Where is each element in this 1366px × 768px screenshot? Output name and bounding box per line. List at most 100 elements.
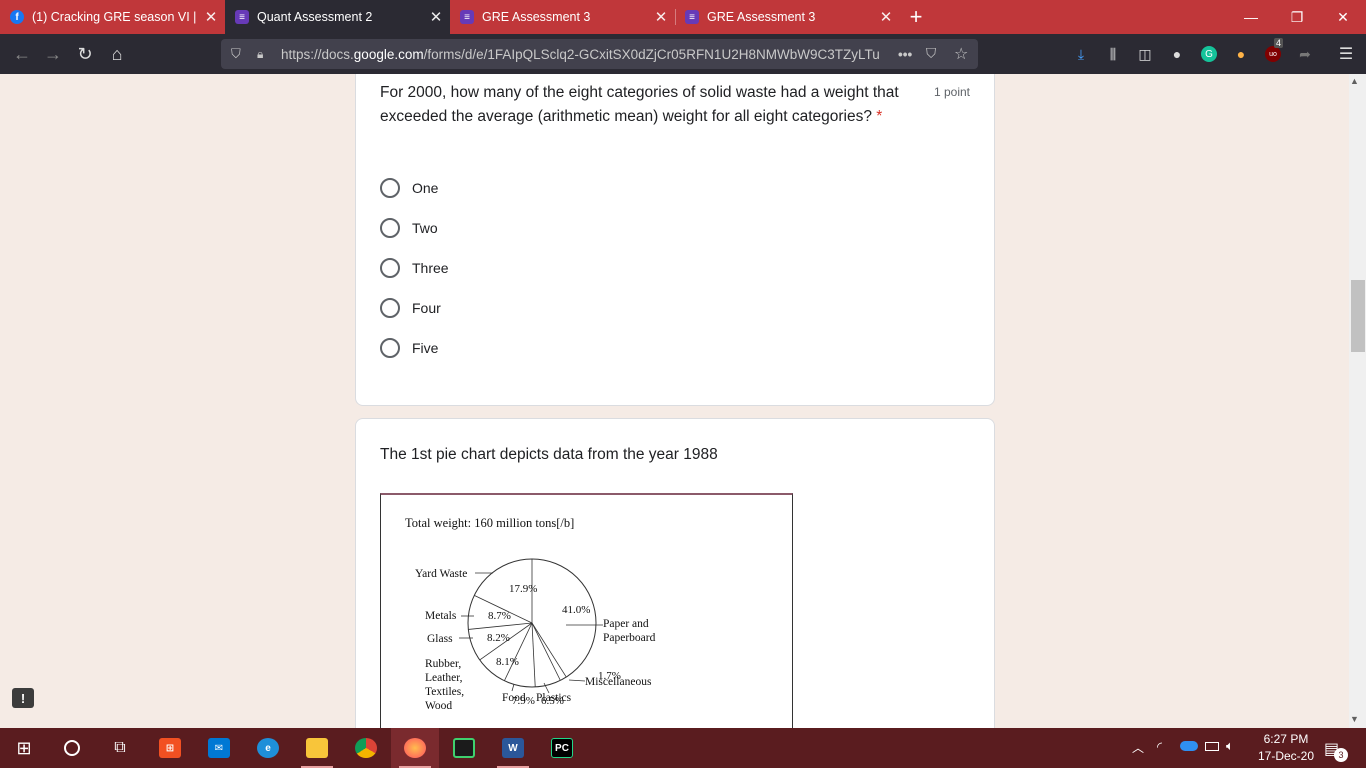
google-forms-icon: ≡ bbox=[460, 10, 474, 24]
feedback-icon[interactable]: ! bbox=[12, 688, 34, 708]
clock[interactable]: 6:27 PM 17-Dec-20 bbox=[1258, 731, 1314, 765]
extension-icon[interactable]: ● bbox=[1231, 44, 1251, 64]
google-forms-icon: ≡ bbox=[685, 10, 699, 24]
tray-up-arrow-icon[interactable]: ︿ bbox=[1132, 739, 1144, 756]
pie-leader-line bbox=[511, 683, 515, 692]
option-label: Four bbox=[412, 300, 441, 316]
pie-slice-name-label: Metals bbox=[425, 610, 457, 622]
chart-title: Total weight: 160 million tons[/b] bbox=[405, 516, 574, 530]
scrollbar-thumb[interactable] bbox=[1351, 280, 1365, 352]
radio-button[interactable] bbox=[380, 218, 400, 238]
home-button[interactable]: ⌂ bbox=[103, 40, 131, 68]
close-tab-icon[interactable]: ✕ bbox=[647, 8, 675, 26]
question-card: For 2000, how many of the eight categori… bbox=[355, 74, 995, 406]
pie-slice-percent-label: 8.2% bbox=[487, 632, 510, 644]
wifi-icon[interactable]: ◜ bbox=[1157, 739, 1162, 755]
clock-date: 17-Dec-20 bbox=[1257, 749, 1314, 763]
points-label: 1 point bbox=[933, 85, 970, 99]
bookmark-star-icon[interactable]: ☆ bbox=[954, 44, 968, 64]
edge-app[interactable]: e bbox=[244, 728, 292, 768]
page-actions-icon[interactable]: ••• bbox=[898, 47, 912, 62]
pie-slice-name-label: Paper and bbox=[603, 618, 649, 630]
tab-title: (1) Cracking GRE season VI | Fa bbox=[32, 10, 197, 24]
pie-slice-name-label: Paperboard bbox=[603, 632, 656, 644]
url-bar[interactable]: ⛉ 🔒︎ https://docs.google.com/forms/d/e/1… bbox=[221, 39, 978, 69]
close-tab-icon[interactable]: ✕ bbox=[197, 8, 225, 26]
cortana-icon bbox=[64, 740, 80, 756]
volume-icon[interactable]: 🔈︎ bbox=[1226, 738, 1234, 754]
battery-icon[interactable] bbox=[1205, 742, 1219, 751]
tab-facebook[interactable]: f (1) Cracking GRE season VI | Fa ✕ bbox=[0, 0, 225, 34]
pie-slice-name-label: Rubber, bbox=[425, 658, 461, 670]
scroll-up-arrow[interactable]: ▲ bbox=[1350, 76, 1359, 86]
reload-button[interactable]: ↻ bbox=[71, 40, 99, 68]
option-three[interactable]: Three bbox=[380, 258, 449, 278]
tab-gre-assessment-3[interactable]: ≡ GRE Assessment 3 ✕ bbox=[450, 0, 675, 34]
folder-icon bbox=[306, 738, 328, 758]
pie-slice-name-label: Plastics bbox=[536, 692, 572, 704]
word-app[interactable]: W bbox=[489, 728, 537, 768]
pie-slice-percent-label: 41.0% bbox=[562, 604, 590, 616]
question-label: For 2000, how many of the eight categori… bbox=[380, 84, 899, 125]
radio-button[interactable] bbox=[380, 258, 400, 278]
pie-slice-percent-label: 17.9% bbox=[509, 583, 537, 595]
grammarly-icon[interactable]: G bbox=[1199, 44, 1219, 64]
required-mark: * bbox=[876, 108, 883, 125]
search-button[interactable] bbox=[48, 728, 96, 768]
sidebar-icon[interactable]: ◫ bbox=[1135, 44, 1155, 64]
pycharm-app[interactable]: PC bbox=[538, 728, 586, 768]
close-window-button[interactable]: ✕ bbox=[1320, 0, 1366, 34]
url-text[interactable]: https://docs.google.com/forms/d/e/1FAIpQ… bbox=[281, 47, 886, 62]
radio-button[interactable] bbox=[380, 338, 400, 358]
shield-icon[interactable]: ⛉ bbox=[231, 46, 241, 62]
url-prefix: https://docs. bbox=[281, 46, 354, 62]
option-label: One bbox=[412, 180, 439, 196]
task-view-button[interactable]: ⧉ bbox=[96, 728, 144, 768]
tab-quant-assessment-2[interactable]: ≡ Quant Assessment 2 ✕ bbox=[225, 0, 450, 34]
pie-slice-name-label: Glass bbox=[427, 633, 453, 645]
back-button[interactable]: ← bbox=[8, 40, 36, 68]
extension-badge: 4 bbox=[1274, 38, 1284, 48]
chart-image: Total weight: 160 million tons[/b] 41.0%… bbox=[380, 493, 793, 728]
option-one[interactable]: One bbox=[380, 178, 438, 198]
account-icon[interactable]: ● bbox=[1167, 44, 1187, 64]
option-five[interactable]: Five bbox=[380, 338, 438, 358]
radio-button[interactable] bbox=[380, 178, 400, 198]
forward-button[interactable]: → bbox=[39, 40, 67, 68]
minimize-button[interactable]: — bbox=[1228, 0, 1274, 34]
pie-slice-percent-label: 8.1% bbox=[496, 656, 519, 668]
description-text: The 1st pie chart depicts data from the … bbox=[380, 446, 718, 463]
ublock-icon[interactable]: uo 4 bbox=[1263, 38, 1284, 64]
description-card: The 1st pie chart depicts data from the … bbox=[355, 418, 995, 728]
scrollbar[interactable] bbox=[1349, 74, 1366, 728]
option-two[interactable]: Two bbox=[380, 218, 438, 238]
menu-icon[interactable]: ☰ bbox=[1336, 44, 1356, 64]
terminal-app[interactable] bbox=[440, 728, 488, 768]
lock-icon[interactable]: 🔒︎ bbox=[257, 47, 263, 62]
scroll-down-arrow[interactable]: ▼ bbox=[1350, 714, 1359, 724]
windows-taskbar: ⊞ ⧉ ⊞ ✉ e W PC ︿ ◜ 🔈︎ 6:27 PM 17-Dec-20 … bbox=[0, 728, 1366, 768]
new-tab-button[interactable]: + bbox=[893, 0, 939, 34]
store-app[interactable]: ⊞ bbox=[146, 728, 194, 768]
download-icon[interactable]: ⤓ bbox=[1071, 44, 1091, 64]
radio-button[interactable] bbox=[380, 298, 400, 318]
pie-slice-name-label: Textiles, bbox=[425, 686, 464, 698]
chrome-app[interactable] bbox=[342, 728, 390, 768]
firefox-icon bbox=[404, 738, 426, 758]
mail-app[interactable]: ✉ bbox=[195, 728, 243, 768]
tab-gre-assessment-3-b[interactable]: ≡ GRE Assessment 3 ✕ bbox=[675, 0, 900, 34]
library-icon[interactable]: ⫼ bbox=[1103, 44, 1123, 64]
firefox-app[interactable] bbox=[391, 728, 439, 768]
pie-slice-name-label: Wood bbox=[425, 700, 452, 712]
onedrive-icon[interactable] bbox=[1180, 741, 1198, 751]
file-explorer-app[interactable] bbox=[293, 728, 341, 768]
pocket-icon[interactable]: ⛉ bbox=[926, 46, 936, 62]
chrome-icon bbox=[355, 738, 377, 758]
start-button[interactable]: ⊞ bbox=[0, 728, 48, 768]
option-four[interactable]: Four bbox=[380, 298, 441, 318]
clock-time: 6:27 PM bbox=[1263, 732, 1309, 746]
pie-chart: Total weight: 160 million tons[/b] 41.0%… bbox=[405, 516, 656, 712]
close-tab-icon[interactable]: ✕ bbox=[422, 8, 450, 26]
restore-button[interactable]: ❐ bbox=[1274, 0, 1320, 34]
extension-arrow-icon[interactable]: ➦ bbox=[1295, 44, 1315, 64]
